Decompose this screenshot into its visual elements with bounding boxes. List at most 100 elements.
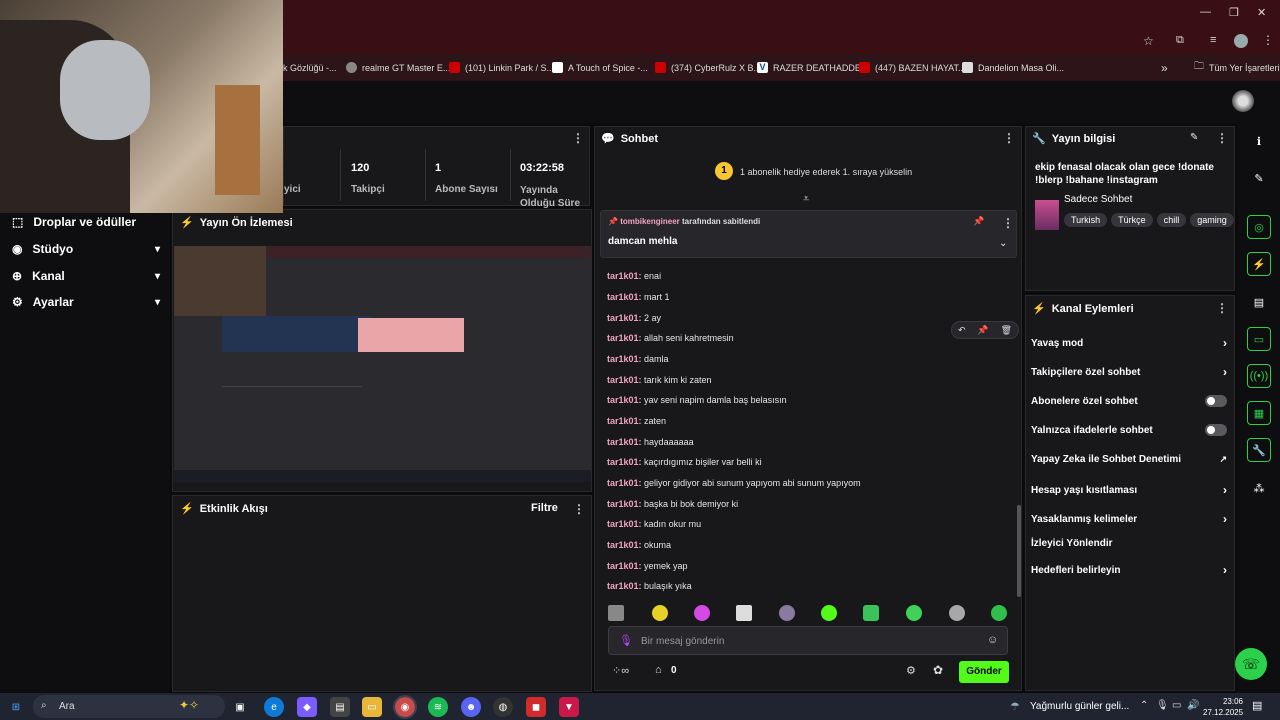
more-options-icon[interactable]: ⋮ bbox=[1003, 131, 1015, 145]
chat-message[interactable]: tar1k01: okuma bbox=[607, 540, 671, 550]
network-icon[interactable]: ▭ bbox=[1172, 700, 1181, 711]
chat-username[interactable]: tar1k01: bbox=[607, 540, 642, 550]
chat-username[interactable]: tar1k01: bbox=[607, 292, 642, 302]
chat-username[interactable]: tar1k01: bbox=[607, 561, 642, 571]
microphone-icon[interactable]: 🎙 bbox=[1156, 700, 1169, 711]
chat-username[interactable]: tar1k01: bbox=[607, 519, 642, 529]
emote-qr[interactable] bbox=[608, 605, 624, 621]
chat-username[interactable]: tar1k01: bbox=[607, 395, 642, 405]
bookmark[interactable]: k Gözlüğü -... bbox=[283, 54, 337, 81]
chat-message[interactable]: tar1k01: tarık kim ki zaten bbox=[607, 375, 712, 385]
category-name[interactable]: Sadece Sohbet bbox=[1064, 194, 1132, 205]
trash-icon[interactable]: 🗑 bbox=[1001, 325, 1012, 336]
slow-mode-row[interactable]: Yavaş mod › bbox=[1031, 336, 1227, 350]
chat-message[interactable]: tar1k01: allah seni kahretmesin bbox=[607, 333, 734, 343]
more-options-icon[interactable]: ⋮ bbox=[1002, 216, 1014, 230]
more-options-icon[interactable]: ⋮ bbox=[1216, 131, 1228, 145]
task-view-icon[interactable]: ▣ bbox=[230, 697, 250, 717]
sidebar-item-channel[interactable]: ⊕ Kanal ▾ bbox=[12, 269, 160, 283]
layout-icon[interactable]: ▦ bbox=[1247, 401, 1271, 425]
unpin-icon[interactable]: 📌 bbox=[973, 216, 984, 227]
bookmark[interactable]: (447) BAZEN HAYAT... bbox=[859, 54, 966, 81]
chat-input[interactable]: 🎙 Bir mesaj gönderin ☺ bbox=[608, 626, 1008, 655]
chat-message[interactable]: tar1k01: enai bbox=[607, 271, 661, 281]
document-icon[interactable]: ▤ bbox=[1247, 290, 1271, 314]
lightning-icon[interactable]: ⚡ bbox=[1247, 252, 1271, 276]
emote-green-3[interactable] bbox=[906, 605, 922, 621]
chat-message[interactable]: tar1k01: 2 ay bbox=[607, 313, 661, 323]
bookmark[interactable]: V RAZER DEATHADDE... bbox=[757, 54, 868, 81]
windows-start-icon[interactable]: ⊞ bbox=[6, 697, 26, 717]
explorer-icon[interactable]: ▭ bbox=[362, 697, 382, 717]
bookmark[interactable]: realme GT Master E... bbox=[346, 54, 450, 81]
subscribers-only-toggle[interactable] bbox=[1205, 395, 1227, 407]
bookmark[interactable]: A Touch of Spice -... bbox=[552, 54, 648, 81]
chat-message[interactable]: tar1k01: damla bbox=[607, 354, 669, 364]
chat-message[interactable]: tar1k01: yav seni napim damla baş belası… bbox=[607, 395, 787, 405]
chevron-up-icon[interactable]: ⌃ bbox=[1140, 700, 1148, 711]
spotify-icon[interactable]: ≋ bbox=[428, 697, 448, 717]
chat-message[interactable]: tar1k01: bulaşık yıka bbox=[607, 581, 692, 591]
media-icon[interactable]: ≡ bbox=[1210, 34, 1216, 46]
chat-username[interactable]: tar1k01: bbox=[607, 581, 642, 591]
bookmark[interactable]: (101) Linkin Park / S... bbox=[449, 54, 554, 81]
close-icon[interactable]: ✕ bbox=[1257, 6, 1266, 19]
chat-message[interactable]: tar1k01: kaçırdıgımız bişiler var belli … bbox=[607, 457, 762, 467]
banned-words-row[interactable]: Yasaklanmış kelimeler › bbox=[1031, 512, 1227, 526]
emote-pink[interactable] bbox=[694, 605, 710, 621]
hype-train-text[interactable]: 1 abonelik hediye ederek 1. sıraya yükse… bbox=[740, 167, 912, 177]
chat-username[interactable]: tar1k01: bbox=[607, 437, 642, 447]
chat-username[interactable]: tar1k01: bbox=[607, 333, 642, 343]
group-icon[interactable]: ⁂ bbox=[1247, 476, 1271, 500]
restore-icon[interactable]: ❐ bbox=[1229, 6, 1239, 19]
reply-icon[interactable]: ↶ bbox=[958, 325, 966, 336]
raid-row[interactable]: İzleyici Yönlendir bbox=[1031, 538, 1227, 549]
chat-username[interactable]: tar1k01: bbox=[607, 354, 642, 364]
bot-icon[interactable]: ✿ bbox=[933, 663, 943, 677]
minimize-icon[interactable]: — bbox=[1200, 6, 1211, 18]
chevron-down-icon[interactable]: ⌄ bbox=[999, 238, 1007, 249]
chrome-icon[interactable]: ◉ bbox=[393, 695, 417, 719]
sidebar-item-studio[interactable]: ◉ Stüdyo ▾ bbox=[12, 242, 160, 256]
obs-icon[interactable]: ◍ bbox=[493, 697, 513, 717]
notifications-icon[interactable]: ▤ bbox=[1252, 699, 1262, 712]
tag[interactable]: gaming bbox=[1190, 213, 1234, 227]
weather-text[interactable]: Yağmurlu günler geli... bbox=[1030, 701, 1129, 712]
volume-icon[interactable]: 🔊 bbox=[1187, 700, 1199, 711]
ai-moderation-row[interactable]: Yapay Zeka ile Sohbet Denetimi ↗ bbox=[1031, 454, 1227, 465]
emote-only-toggle[interactable] bbox=[1205, 424, 1227, 436]
emote-face[interactable] bbox=[736, 605, 752, 621]
menu-icon[interactable]: ⋮ bbox=[1262, 33, 1274, 47]
more-options-icon[interactable]: ⋮ bbox=[572, 131, 584, 145]
more-options-icon[interactable]: ⋮ bbox=[1216, 301, 1228, 315]
profile-avatar[interactable] bbox=[1234, 34, 1248, 48]
emote-banana[interactable] bbox=[652, 605, 668, 621]
chat-message[interactable]: tar1k01: geliyor gidiyor abi sunum yapıy… bbox=[607, 478, 861, 488]
bookmark[interactable]: (374) CyberRulz X B... bbox=[655, 54, 761, 81]
clock[interactable]: 23:06 27.12.2025 bbox=[1203, 696, 1243, 718]
emoji-icon[interactable]: ☺ bbox=[987, 634, 998, 646]
chat-username[interactable]: tar1k01: bbox=[607, 375, 642, 385]
emote-person[interactable] bbox=[779, 605, 795, 621]
chat-scrollbar[interactable] bbox=[1017, 505, 1021, 597]
chat-message[interactable]: tar1k01: kadın okur mu bbox=[607, 519, 701, 529]
store-icon[interactable]: ▤ bbox=[330, 697, 350, 717]
chat-username[interactable]: tar1k01: bbox=[607, 313, 642, 323]
pinned-by-user[interactable]: tombikengineer bbox=[620, 217, 680, 226]
emote-green-4[interactable] bbox=[991, 605, 1007, 621]
chat-message[interactable]: tar1k01: mart 1 bbox=[607, 292, 670, 302]
edge-icon[interactable]: e bbox=[264, 697, 284, 717]
wrench-icon[interactable]: 🔧 bbox=[1247, 438, 1271, 462]
filter-button[interactable]: Filtre bbox=[531, 502, 558, 514]
chat-username[interactable]: tar1k01: bbox=[607, 478, 642, 488]
chat-username[interactable]: tar1k01: bbox=[607, 457, 642, 467]
app-vpn-icon[interactable]: ▼ bbox=[559, 697, 579, 717]
pencil-icon[interactable]: ✎ bbox=[1247, 166, 1271, 190]
chat-message[interactable]: tar1k01: başka bi bok demiyor ki bbox=[607, 499, 738, 509]
emote-green-1[interactable] bbox=[821, 605, 837, 621]
account-age-row[interactable]: Hesap yaşı kısıtlaması › bbox=[1031, 483, 1227, 497]
gear-icon[interactable]: ⚙ bbox=[906, 664, 916, 677]
collapse-icon[interactable]: ⩡ bbox=[803, 193, 809, 206]
more-options-icon[interactable]: ⋮ bbox=[573, 502, 585, 516]
tag[interactable]: Türkçe bbox=[1111, 213, 1153, 227]
